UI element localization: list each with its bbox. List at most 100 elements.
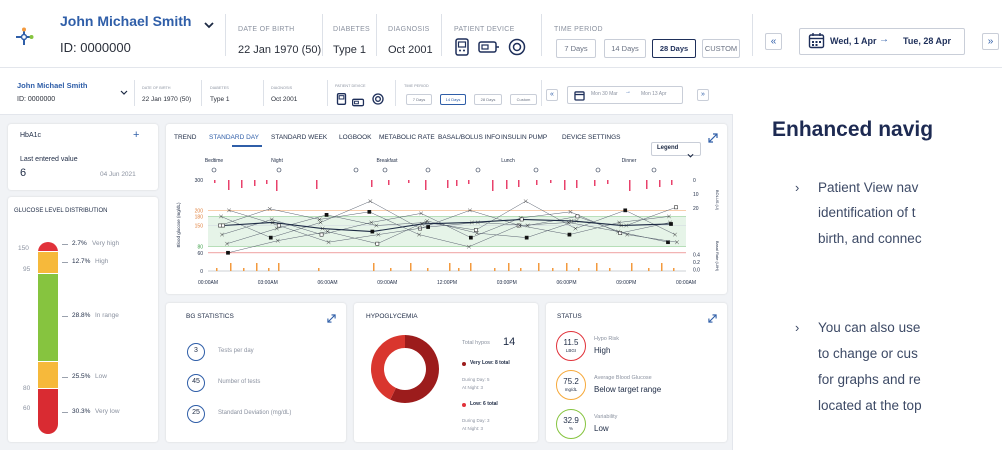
bullet-2-line-1: You can also use bbox=[818, 320, 921, 335]
distribution-pct: 12.7% bbox=[72, 258, 91, 265]
mini-28-days-button[interactable]: 28 Days bbox=[474, 94, 502, 105]
mini-dob: 22 Jan 1970 (50) bbox=[142, 96, 192, 103]
mini-custom-button[interactable]: Custom bbox=[510, 94, 537, 105]
distribution-tick bbox=[62, 244, 68, 245]
device-label: PATIENT DEVICE bbox=[454, 26, 515, 33]
glucose-point bbox=[226, 250, 230, 255]
hypo-low: Low: 6 total bbox=[470, 401, 498, 407]
glucose-point bbox=[426, 225, 430, 229]
hypo-very-low-day: During Day: 5 bbox=[462, 377, 490, 382]
basal-bar bbox=[673, 268, 675, 271]
lunch-icon bbox=[475, 167, 481, 173]
breakfast-icon bbox=[353, 167, 359, 173]
bolus-axis-label: BOLUS (U) bbox=[715, 190, 720, 211]
bolus-bar bbox=[518, 180, 520, 187]
distribution-tick bbox=[62, 316, 68, 317]
bolus-tick-label: 20 bbox=[693, 206, 699, 212]
expand-status-icon[interactable] bbox=[708, 310, 717, 323]
night-icon bbox=[276, 167, 282, 173]
basal-bar bbox=[578, 268, 580, 271]
breakfast-icon bbox=[382, 167, 388, 173]
basal-bar bbox=[609, 268, 611, 271]
bg-stat-label: Tests per day bbox=[218, 348, 254, 354]
threshold-60: 60 bbox=[23, 405, 31, 412]
basal-bar bbox=[373, 263, 375, 271]
mini-patient-name[interactable]: John Michael Smith bbox=[17, 81, 87, 90]
status-unit: LBGI bbox=[565, 348, 577, 353]
mini-diagnosis-label: DIAGNOSIS bbox=[271, 86, 293, 90]
sensor-icon[interactable] bbox=[508, 38, 526, 56]
distribution-segment-low bbox=[38, 361, 58, 389]
glucose-point bbox=[674, 205, 678, 210]
pump-icon[interactable] bbox=[478, 40, 500, 54]
dob-value: 22 Jan 1970 (50) bbox=[238, 44, 322, 56]
next-period-button[interactable]: » bbox=[982, 33, 999, 50]
mini-14-days-button[interactable]: 14 Days bbox=[440, 94, 466, 105]
hypo-total-label: Total hypos bbox=[462, 340, 490, 346]
standard-day-chart: Bedtime Night Breakfast Lunch Dinner 300 20 0 18… bbox=[176, 158, 720, 286]
mini-7-days-button[interactable]: 7 Days bbox=[406, 94, 432, 105]
bolus-bar bbox=[506, 180, 508, 189]
basal-bar bbox=[520, 268, 522, 271]
mini-period-label: TIME PERIOD bbox=[404, 84, 429, 88]
status-label: Average Blood Glucose bbox=[594, 375, 652, 381]
arrow-right-icon: → bbox=[879, 34, 889, 45]
prev-period-button[interactable]: « bbox=[765, 33, 782, 50]
bg-stat-label: Number of tests bbox=[218, 379, 261, 385]
mini-next-button[interactable]: » bbox=[697, 89, 709, 101]
period-custom-button[interactable]: CUSTOM bbox=[702, 39, 740, 58]
basal-bar bbox=[552, 268, 554, 271]
diagnosis-value: Oct 2001 bbox=[388, 44, 433, 56]
distribution-label: In range bbox=[95, 312, 119, 319]
glucose-point bbox=[375, 241, 380, 246]
basal-bar bbox=[508, 263, 510, 271]
add-hba1c-button[interactable]: + bbox=[133, 129, 139, 141]
patient-dropdown-chevron-icon[interactable] bbox=[203, 17, 215, 29]
y-axis-label: Blood glucose (mg/dL) bbox=[176, 202, 181, 248]
status-title: STATUS bbox=[557, 313, 582, 320]
basal-bar bbox=[661, 263, 663, 271]
period-7-days-button[interactable]: 7 Days bbox=[556, 39, 596, 58]
basal-bar bbox=[566, 263, 568, 271]
hba1c-last-label: Last entered value bbox=[20, 156, 78, 163]
hba1c-title: HbA1c bbox=[20, 132, 42, 139]
distribution-pct: 28.8% bbox=[72, 312, 91, 319]
glucose-point bbox=[367, 210, 372, 214]
diabetes-value: Type 1 bbox=[333, 44, 367, 56]
meter-icon[interactable] bbox=[454, 38, 470, 56]
expand-bg-stats-icon[interactable] bbox=[327, 310, 336, 323]
x-tick-label: 00:00AM bbox=[198, 280, 218, 286]
bolus-bar bbox=[228, 180, 230, 190]
status-text: Low bbox=[594, 424, 609, 433]
bg-stat-value: 25 bbox=[192, 409, 200, 416]
bolus-bar bbox=[316, 180, 318, 189]
mini-chevron-down-icon[interactable] bbox=[120, 83, 128, 95]
meal-label: Breakfast bbox=[376, 158, 398, 164]
mini-sensor-icon[interactable] bbox=[372, 92, 384, 105]
bolus-bar bbox=[388, 180, 390, 185]
bolus-bar bbox=[456, 180, 458, 186]
bolus-bar bbox=[594, 180, 596, 186]
status-label: Hypo Risk bbox=[594, 336, 620, 342]
bolus-tick-label: 0 bbox=[693, 178, 696, 184]
distribution-pct: 2.7% bbox=[72, 240, 87, 247]
glucose-point bbox=[276, 223, 281, 228]
patient-name[interactable]: John Michael Smith bbox=[60, 13, 191, 29]
bolus-bar bbox=[629, 180, 631, 191]
status-unit: mg/dL bbox=[564, 387, 578, 392]
mini-prev-button[interactable]: « bbox=[546, 89, 558, 101]
mini-meter-icon[interactable] bbox=[336, 92, 347, 105]
x-tick-label: 12:00PM bbox=[437, 280, 457, 286]
period-28-days-button[interactable]: 28 Days bbox=[652, 39, 696, 58]
bg-stat-value: 45 bbox=[192, 378, 200, 385]
glucose-point bbox=[523, 199, 528, 204]
x-tick-label: 06:00AM bbox=[317, 280, 337, 286]
status-label: Variability bbox=[594, 414, 618, 420]
bg-stats-title: BG STATISTICS bbox=[186, 313, 234, 320]
mini-pump-icon[interactable] bbox=[352, 94, 366, 107]
period-14-days-button[interactable]: 14 Days bbox=[604, 39, 646, 58]
meal-label: Bedtime bbox=[205, 158, 224, 164]
bullet-2-line-3: for graphs and re bbox=[818, 372, 921, 387]
distribution-bar bbox=[38, 242, 58, 434]
basal-bar bbox=[243, 268, 245, 271]
